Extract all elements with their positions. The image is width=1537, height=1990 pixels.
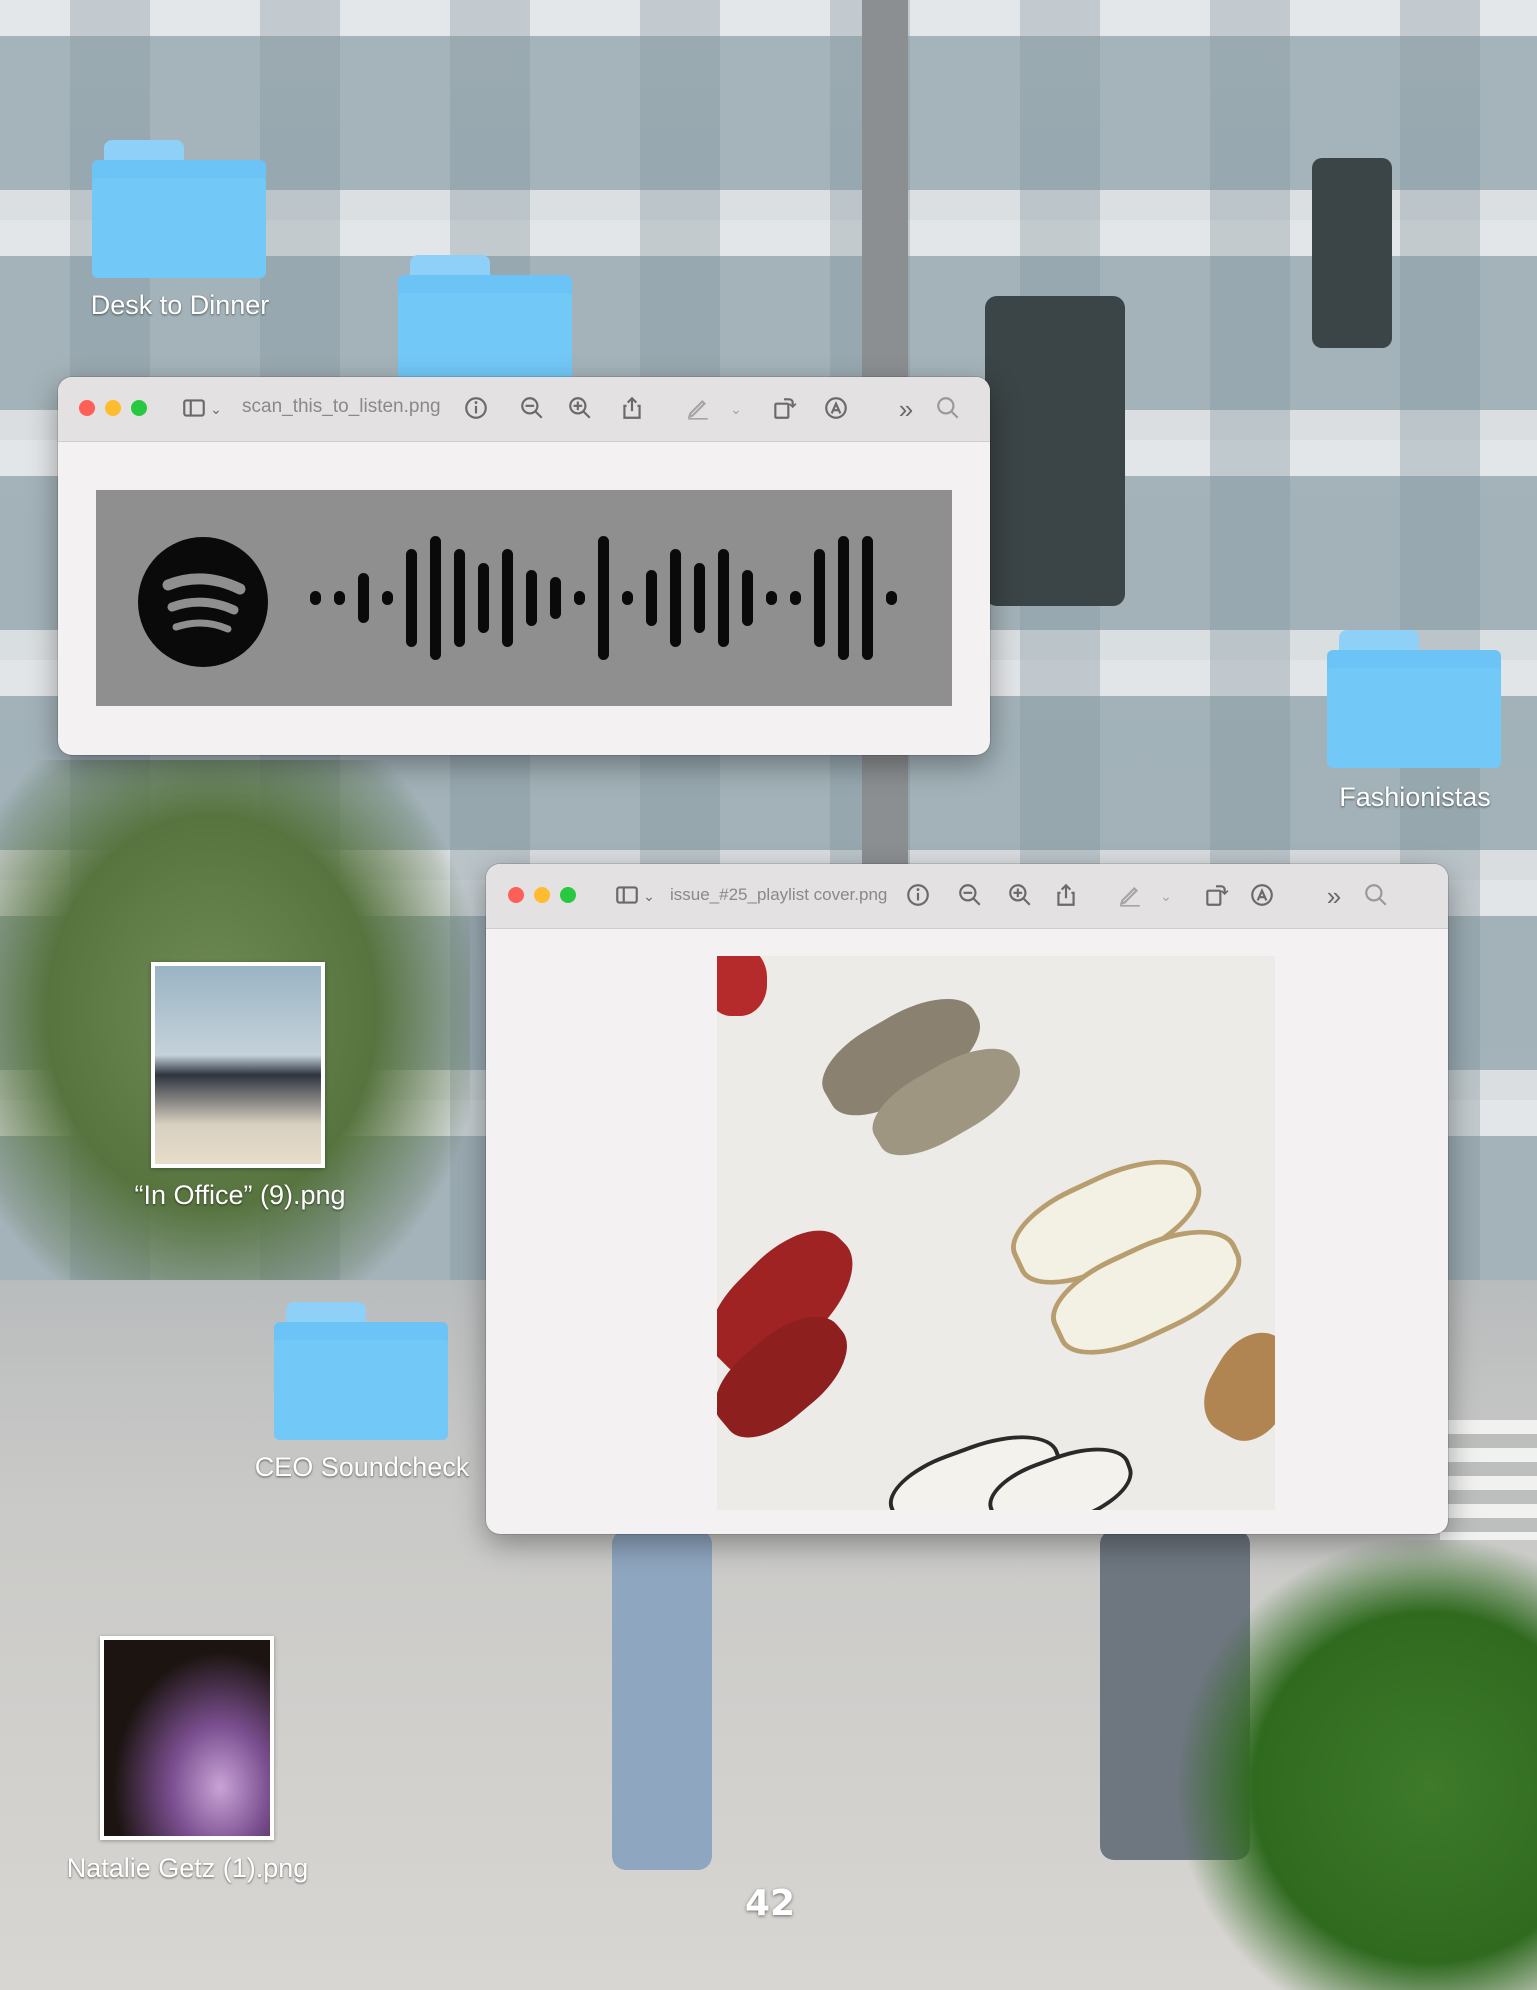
- markup-pen-icon[interactable]: [1116, 882, 1144, 910]
- file-label[interactable]: Natalie Getz (1).png: [40, 1853, 335, 1884]
- rotate-icon[interactable]: [770, 395, 798, 423]
- spotify-code-bar: [622, 591, 633, 605]
- spotify-code-bar: [670, 549, 681, 647]
- traffic-light: [985, 296, 1125, 606]
- spotify-code-bar: [382, 591, 393, 605]
- zoom-in-icon[interactable]: [566, 395, 594, 423]
- folder-label[interactable]: Desk to Dinner: [40, 290, 320, 321]
- spotify-code-bar: [406, 549, 417, 647]
- preview-window[interactable]: ⌄ scan_this_to_listen.png ⌄ »: [58, 377, 990, 755]
- sidebar-toggle-icon[interactable]: [180, 395, 208, 423]
- bush: [1180, 1540, 1537, 1990]
- close-button[interactable]: [79, 400, 95, 416]
- zoom-button[interactable]: [131, 400, 147, 416]
- spotify-code-bar: [646, 570, 657, 626]
- shoes-photo: [717, 956, 1275, 1510]
- spotify-code-bar: [478, 563, 489, 633]
- info-icon[interactable]: [904, 882, 932, 910]
- traffic-light: [1312, 158, 1392, 348]
- spotify-code-bar: [838, 536, 849, 660]
- desktop: Desk to Dinner Fashionistas CEO Soundche…: [0, 0, 1537, 1990]
- folder-icon[interactable]: [92, 140, 266, 278]
- spotify-code-image: [96, 490, 952, 706]
- shoe: [717, 956, 767, 1016]
- page-number: 42: [744, 1883, 796, 1924]
- spotify-code-bar: [790, 591, 801, 605]
- zoom-out-icon[interactable]: [518, 395, 546, 423]
- search-icon[interactable]: [1362, 882, 1390, 910]
- search-icon[interactable]: [934, 395, 962, 423]
- share-icon[interactable]: [1052, 882, 1080, 910]
- spotify-code-bar: [814, 549, 825, 647]
- annotate-icon[interactable]: [822, 395, 850, 423]
- chevron-down-icon[interactable]: ⌄: [1158, 882, 1174, 910]
- folder-icon[interactable]: [274, 1302, 448, 1440]
- spotify-code-bar: [310, 591, 321, 605]
- spotify-code-bar: [358, 573, 369, 623]
- folder-icon[interactable]: [398, 255, 572, 393]
- info-icon[interactable]: [462, 395, 490, 423]
- folder-icon[interactable]: [1327, 630, 1501, 768]
- spotify-code-bar: [598, 536, 609, 660]
- chevron-down-icon[interactable]: ⌄: [641, 882, 657, 910]
- spotify-code-bar: [550, 577, 561, 619]
- zoom-in-icon[interactable]: [1006, 882, 1034, 910]
- image-file-thumbnail[interactable]: [151, 962, 325, 1168]
- minimize-button[interactable]: [534, 887, 550, 903]
- preview-window[interactable]: ⌄ issue_#25_playlist cover.png ⌄ »: [486, 864, 1448, 1534]
- file-label[interactable]: “In Office” (9).png: [100, 1180, 380, 1211]
- markup-pen-icon[interactable]: [684, 395, 712, 423]
- window-title: issue_#25_playlist cover.png: [670, 885, 888, 904]
- more-chevrons-icon[interactable]: »: [892, 395, 920, 423]
- chevron-down-icon[interactable]: ⌄: [728, 395, 744, 423]
- image-file-thumbnail[interactable]: [100, 1636, 274, 1840]
- spotify-code-bar: [766, 591, 777, 605]
- chevron-down-icon[interactable]: ⌄: [208, 395, 224, 423]
- window-titlebar[interactable]: ⌄ scan_this_to_listen.png ⌄ »: [58, 377, 990, 442]
- shoe: [1189, 1318, 1275, 1454]
- annotate-icon[interactable]: [1248, 882, 1276, 910]
- spotify-code-bar: [886, 591, 897, 605]
- spotify-code-bar: [742, 570, 753, 626]
- minimize-button[interactable]: [105, 400, 121, 416]
- window-titlebar[interactable]: ⌄ issue_#25_playlist cover.png ⌄ »: [486, 864, 1448, 929]
- spotify-code-bar: [574, 591, 585, 605]
- rotate-icon[interactable]: [1202, 882, 1230, 910]
- share-icon[interactable]: [618, 395, 646, 423]
- window-title: scan_this_to_listen.png: [242, 396, 441, 417]
- more-chevrons-icon[interactable]: »: [1320, 882, 1348, 910]
- folder-label[interactable]: Fashionistas: [1310, 782, 1520, 813]
- spotify-code-bar: [334, 591, 345, 605]
- spotify-code-bar: [862, 536, 873, 660]
- crosswalk: [1440, 1420, 1537, 1540]
- spotify-code-bar: [718, 549, 729, 647]
- close-button[interactable]: [508, 887, 524, 903]
- zoom-button[interactable]: [560, 887, 576, 903]
- pedestrian-legs: [612, 1530, 712, 1870]
- spotify-code-bar: [430, 536, 441, 660]
- spotify-code-bar: [694, 563, 705, 633]
- folder-label[interactable]: CEO Soundcheck: [232, 1452, 492, 1483]
- zoom-out-icon[interactable]: [956, 882, 984, 910]
- sidebar-toggle-icon[interactable]: [613, 882, 641, 910]
- spotify-logo-icon: [138, 537, 268, 667]
- spotify-code-bar: [454, 549, 465, 647]
- spotify-code-bar: [502, 549, 513, 647]
- spotify-code-bar: [526, 570, 537, 626]
